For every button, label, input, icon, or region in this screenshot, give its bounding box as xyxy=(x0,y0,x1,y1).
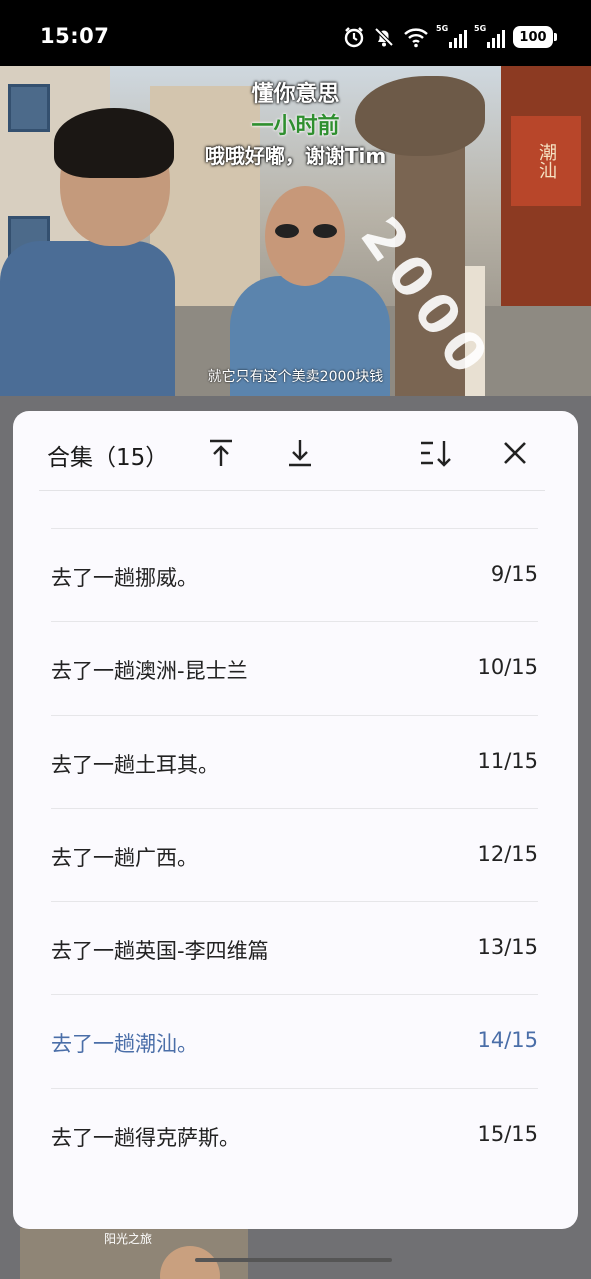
alarm-icon xyxy=(344,27,364,48)
signal2-label: 5G xyxy=(474,24,487,33)
collection-title: 合集（15） xyxy=(47,445,169,471)
signal1-label: 5G xyxy=(436,24,449,33)
episode-index: 11/15 xyxy=(477,748,538,773)
signal-icon: 5G xyxy=(474,24,505,48)
comment-time: 一小时前 xyxy=(251,114,340,139)
signal-icon: 5G xyxy=(436,24,467,48)
scroll-to-bottom-button[interactable] xyxy=(280,433,320,473)
episode-title: 去了一趟英国-李四维篇 xyxy=(51,939,269,964)
episode-item[interactable]: 去了一趟英国-李四维篇 13/15 xyxy=(51,901,538,994)
status-icons: 5G 5G 100 xyxy=(343,23,557,51)
episode-index: 15/15 xyxy=(477,1121,538,1146)
episode-title: 去了一趟澳洲-昆士兰 xyxy=(51,659,248,684)
collection-header: 合集（15） xyxy=(13,411,578,491)
episode-list: 去了一趟挪威。 9/15 去了一趟澳洲-昆士兰 10/15 去了一趟土耳其。 1… xyxy=(51,528,538,1181)
episode-title: 去了一趟得克萨斯。 xyxy=(51,1125,240,1150)
sort-button[interactable] xyxy=(416,433,456,473)
video-person xyxy=(230,186,390,396)
arrow-to-top-icon xyxy=(210,439,232,466)
episode-title: 去了一趟土耳其。 xyxy=(51,752,219,777)
close-icon xyxy=(504,442,526,464)
episode-item[interactable]: 去了一趟土耳其。 11/15 xyxy=(51,714,538,808)
episode-index: 14/15 xyxy=(477,1028,538,1053)
close-button[interactable] xyxy=(495,433,535,473)
episode-title: 去了一趟潮汕。 xyxy=(51,1032,198,1057)
episode-index: 10/15 xyxy=(477,655,538,680)
video-subtitle: 就它只有这个美卖2000块钱 xyxy=(207,369,384,385)
episode-title: 去了一趟挪威。 xyxy=(51,566,198,590)
episode-item[interactable]: 去了一趟广西。 12/15 xyxy=(51,807,538,901)
comment-caption: 哦哦好嘟，谢谢Tim xyxy=(204,144,387,168)
comment-caption: 懂你意思 xyxy=(251,82,340,107)
status-time: 15:07 xyxy=(40,24,110,48)
scroll-to-top-button[interactable] xyxy=(201,433,241,473)
collection-sheet: 合集（15） 去了一趟挪威。 9/15 去了一趟澳洲-昆士兰 10/15 去了一… xyxy=(13,411,578,1229)
status-bar: 15:07 5G 5G 100 xyxy=(0,0,591,66)
arrow-to-bottom-icon xyxy=(289,440,311,467)
peek-thumbnail-title: 阳光之旅 xyxy=(104,1232,153,1246)
episode-index: 13/15 xyxy=(477,935,538,960)
episode-title: 去了一趟广西。 xyxy=(51,845,198,870)
episode-item[interactable]: 去了一趟得克萨斯。 15/15 xyxy=(51,1087,538,1181)
episode-item[interactable]: 去了一趟挪威。 9/15 xyxy=(51,528,538,621)
episode-item[interactable]: 去了一趟澳洲-昆士兰 10/15 xyxy=(51,621,538,714)
home-indicator xyxy=(195,1258,392,1262)
mute-bell-icon xyxy=(374,27,394,47)
wifi-icon xyxy=(404,28,428,48)
peek-thumbnail: 阳光之旅 xyxy=(20,1228,248,1279)
sort-icon xyxy=(421,441,451,467)
episode-item-current[interactable]: 去了一趟潮汕。 14/15 xyxy=(51,994,538,1087)
episode-index: 9/15 xyxy=(490,562,538,586)
video-player[interactable]: 潮汕 2000 懂你意思 一小时前 哦哦好嘟，谢谢Tim 就它只有这个美卖200… xyxy=(0,66,591,396)
episode-index: 12/15 xyxy=(477,841,538,866)
header-divider xyxy=(39,490,545,491)
battery-icon: 100 xyxy=(513,26,557,48)
